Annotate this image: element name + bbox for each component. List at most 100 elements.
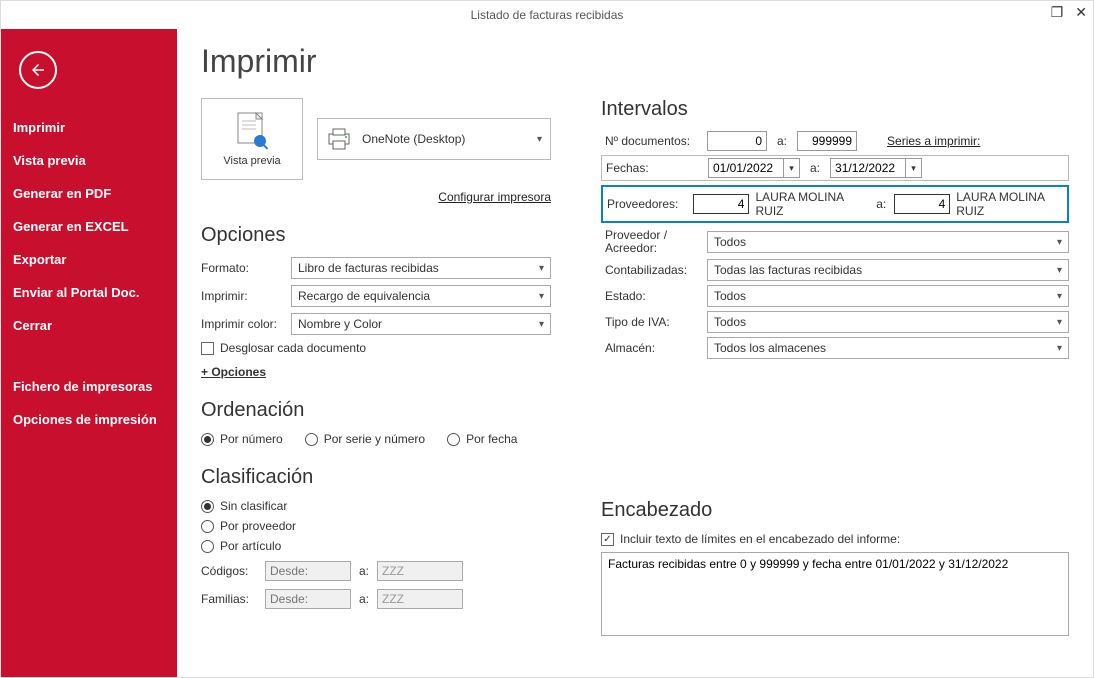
fechas-label: Fechas:	[602, 161, 700, 175]
proveedor-desde-num-input[interactable]	[693, 194, 749, 214]
back-button[interactable]	[19, 51, 57, 89]
sidebar-item-enviar-portal[interactable]: Enviar al Portal Doc.	[1, 276, 177, 309]
proveedor-hasta-num-input[interactable]	[894, 194, 950, 214]
desglosar-checkbox[interactable]	[201, 342, 214, 355]
sidebar-item-exportar[interactable]: Exportar	[1, 243, 177, 276]
chevron-down-icon: ▾	[1057, 237, 1062, 248]
orden-por-serie-radio[interactable]: Por serie y número	[305, 432, 425, 446]
intervalos-heading: Intervalos	[601, 98, 1069, 121]
printer-select[interactable]: OneNote (Desktop) ▾	[317, 118, 551, 160]
proveedor-acreedor-select[interactable]: Todos ▾	[707, 231, 1069, 253]
almacen-label: Almacén:	[601, 341, 699, 355]
familias-desde-input[interactable]	[265, 589, 351, 609]
clasificacion-heading: Clasificación	[201, 466, 551, 489]
clasif-por-articulo-radio[interactable]: Por artículo	[201, 539, 551, 553]
mas-opciones-link[interactable]: + Opciones	[201, 365, 551, 379]
chevron-down-icon: ▾	[1057, 317, 1062, 328]
sidebar-item-fichero-impresoras[interactable]: Fichero de impresoras	[1, 370, 177, 403]
proveedores-range-box: Proveedores: LAURA MOLINA RUIZ a: LAURA …	[601, 185, 1069, 223]
codigos-hasta-input[interactable]	[377, 561, 463, 581]
incluir-encabezado-checkbox[interactable]	[601, 533, 614, 546]
familias-a-label: a:	[357, 592, 371, 606]
sidebar-item-opciones-impresion[interactable]: Opciones de impresión	[1, 403, 177, 436]
desglosar-label: Desglosar cada documento	[220, 341, 366, 355]
estado-label: Estado:	[601, 289, 699, 303]
proveedor-acreedor-label: Proveedor / Acreedor:	[601, 229, 699, 255]
color-value: Nombre y Color	[298, 317, 382, 331]
printer-icon	[326, 128, 352, 150]
chevron-down-icon: ▾	[1057, 291, 1062, 302]
page-title: Imprimir	[201, 43, 1069, 80]
almacen-select[interactable]: Todos los almacenes▾	[707, 337, 1069, 359]
tipo-iva-select[interactable]: Todos ▾	[707, 311, 1069, 333]
chevron-down-icon[interactable]: ▾	[905, 159, 921, 177]
formato-label: Formato:	[201, 261, 291, 275]
encabezado-textarea[interactable]	[601, 552, 1069, 636]
sidebar-item-generar-pdf[interactable]: Generar en PDF	[1, 177, 177, 210]
proveedor-desde-name: LAURA MOLINA RUIZ	[755, 190, 862, 218]
chevron-down-icon: ▾	[539, 319, 544, 330]
familias-label: Familias:	[201, 592, 259, 606]
chevron-down-icon: ▾	[539, 263, 544, 274]
window-restore-icon[interactable]: ❐	[1051, 5, 1064, 19]
proveedor-acreedor-value: Todos	[714, 235, 746, 249]
imprimir-select[interactable]: Recargo de equivalencia ▾	[291, 285, 551, 307]
chevron-down-icon: ▾	[1057, 265, 1062, 276]
color-label: Imprimir color:	[201, 317, 291, 331]
fecha-hasta-value[interactable]	[831, 159, 905, 177]
fecha-desde-input[interactable]: ▾	[708, 158, 800, 178]
clasif-por-proveedor-radio[interactable]: Por proveedor	[201, 519, 551, 533]
clasif-r1-label: Sin clasificar	[220, 499, 287, 513]
ndoc-to-input[interactable]	[797, 131, 857, 151]
ndoc-from-input[interactable]	[707, 131, 767, 151]
clasif-sin-clasificar-radio[interactable]: Sin clasificar	[201, 499, 551, 513]
imprimir-label: Imprimir:	[201, 289, 291, 303]
proveedor-hasta-name: LAURA MOLINA RUIZ	[956, 190, 1063, 218]
imprimir-value: Recargo de equivalencia	[298, 289, 430, 303]
orden-por-fecha-radio[interactable]: Por fecha	[447, 432, 517, 446]
chevron-down-icon: ▾	[539, 291, 544, 302]
window-title: Listado de facturas recibidas	[471, 8, 624, 22]
sidebar-item-cerrar[interactable]: Cerrar	[1, 309, 177, 342]
codigos-label: Códigos:	[201, 564, 259, 578]
fecha-desde-value[interactable]	[709, 159, 783, 177]
orden-r2-label: Por serie y número	[324, 432, 425, 446]
incluir-encabezado-label: Incluir texto de límites en el encabezad…	[620, 532, 900, 546]
formato-value: Libro de facturas recibidas	[298, 261, 439, 275]
estado-value: Todos	[714, 289, 746, 303]
orden-r3-label: Por fecha	[466, 432, 517, 446]
arrow-left-icon	[29, 61, 47, 79]
codigos-desde-input[interactable]	[265, 561, 351, 581]
sidebar: Imprimir Vista previa Generar en PDF Gen…	[1, 29, 177, 677]
document-preview-icon	[234, 111, 270, 151]
familias-hasta-input[interactable]	[377, 589, 463, 609]
color-select[interactable]: Nombre y Color ▾	[291, 313, 551, 335]
vista-previa-button[interactable]: Vista previa	[201, 98, 303, 180]
tipo-iva-label: Tipo de IVA:	[601, 315, 699, 329]
chevron-down-icon[interactable]: ▾	[783, 159, 799, 177]
opciones-heading: Opciones	[201, 224, 551, 247]
fecha-a-label: a:	[808, 161, 822, 175]
printer-name: OneNote (Desktop)	[362, 132, 465, 146]
contabilizadas-select[interactable]: Todas las facturas recibidas▾	[707, 259, 1069, 281]
orden-r1-label: Por número	[220, 432, 283, 446]
clasif-r2-label: Por proveedor	[220, 519, 296, 533]
ndocumentos-label: Nº documentos:	[601, 134, 699, 148]
tipo-iva-value: Todos	[714, 315, 746, 329]
sidebar-item-generar-excel[interactable]: Generar en EXCEL	[1, 210, 177, 243]
formato-select[interactable]: Libro de facturas recibidas ▾	[291, 257, 551, 279]
proveedor-a-label: a:	[874, 197, 888, 211]
sidebar-item-vista-previa[interactable]: Vista previa	[1, 144, 177, 177]
estado-select[interactable]: Todos ▾	[707, 285, 1069, 307]
proveedores-label: Proveedores:	[607, 197, 687, 211]
contabilizadas-label: Contabilizadas:	[601, 263, 699, 277]
fecha-hasta-input[interactable]: ▾	[830, 158, 922, 178]
series-imprimir-link[interactable]: Series a imprimir:	[887, 134, 980, 148]
clasif-r3-label: Por artículo	[220, 539, 281, 553]
window-close-icon[interactable]: ✕	[1075, 5, 1087, 19]
orden-por-numero-radio[interactable]: Por número	[201, 432, 283, 446]
configurar-impresora-link[interactable]: Configurar impresora	[438, 190, 551, 204]
chevron-down-icon: ▾	[1057, 343, 1062, 354]
vista-previa-label: Vista previa	[223, 155, 280, 167]
sidebar-item-imprimir[interactable]: Imprimir	[1, 111, 177, 144]
